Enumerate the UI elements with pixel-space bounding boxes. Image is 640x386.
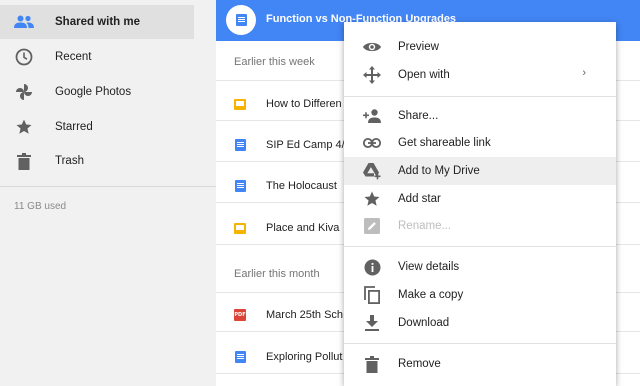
clock-icon (14, 47, 34, 67)
star-icon (14, 117, 34, 137)
menu-item-download[interactable]: Download (344, 309, 616, 337)
menu-item-view-details[interactable]: View details (344, 253, 616, 281)
menu-item-label: Download (398, 317, 450, 329)
file-name: Exploring Pollut (266, 351, 343, 363)
menu-divider (344, 246, 616, 247)
menu-item-label: Get shareable link (398, 137, 491, 149)
file-name: SIP Ed Camp 4/ (266, 139, 345, 151)
menu-item-label: Remove (398, 358, 441, 370)
slides-icon (234, 98, 246, 110)
menu-item-open-with[interactable]: Open with › (344, 61, 616, 89)
sidebar-item-label: Shared with me (55, 16, 140, 28)
menu-item-label: Add to My Drive (398, 165, 480, 177)
sidebar-item-label: Trash (55, 155, 84, 167)
pencil-icon (363, 217, 381, 235)
sidebar-item-label: Starred (55, 121, 93, 133)
sidebar-item-starred[interactable]: Starred (0, 110, 194, 144)
copy-icon (363, 286, 381, 304)
drive-add-icon (363, 162, 381, 180)
star-icon (363, 190, 381, 208)
menu-item-add-to-my-drive[interactable]: Add to My Drive (344, 157, 616, 185)
menu-item-label: View details (398, 261, 460, 273)
file-name: How to Differen (266, 98, 342, 110)
sidebar: Shared with me Recent Google Photos Star… (0, 0, 216, 386)
context-menu: Preview Open with › Share... Get shareab… (344, 22, 616, 386)
doc-icon (234, 139, 246, 151)
section-label: Earlier this week (234, 56, 315, 68)
sidebar-item-trash[interactable]: Trash (0, 144, 194, 178)
sidebar-item-label: Google Photos (55, 86, 132, 98)
download-icon (363, 314, 381, 332)
menu-item-label: Rename... (398, 220, 452, 232)
menu-item-label: Preview (398, 41, 439, 53)
menu-item-label: Add star (398, 193, 441, 205)
menu-divider (344, 343, 616, 344)
trash-icon (363, 355, 381, 373)
sidebar-item-label: Recent (55, 51, 92, 63)
storage-usage: 11 GB used (14, 201, 67, 212)
chevron-right-icon: › (582, 67, 586, 79)
sidebar-divider (0, 186, 216, 187)
menu-item-preview[interactable]: Preview (344, 33, 616, 61)
menu-item-rename: Rename... (344, 212, 616, 240)
doc-icon (234, 180, 246, 192)
menu-item-add-star[interactable]: Add star (344, 185, 616, 213)
menu-item-label: Share... (398, 110, 439, 122)
pdf-icon: PDF (234, 309, 246, 321)
file-name: Place and Kiva (266, 222, 340, 234)
trash-icon (14, 151, 34, 171)
sidebar-item-recent[interactable]: Recent (0, 40, 194, 74)
menu-item-make-a-copy[interactable]: Make a copy (344, 281, 616, 309)
menu-item-label: Make a copy (398, 289, 464, 301)
file-name: March 25th Sch (266, 309, 344, 321)
menu-item-share[interactable]: Share... (344, 102, 616, 130)
file-name: The Holocaust (266, 180, 337, 192)
doc-icon (234, 351, 246, 363)
people-icon (14, 12, 34, 32)
eye-icon (363, 38, 381, 56)
menu-divider (344, 96, 616, 97)
slides-icon (234, 222, 246, 234)
menu-item-get-shareable-link[interactable]: Get shareable link (344, 129, 616, 157)
pinwheel-icon (14, 82, 34, 102)
sidebar-item-google-photos[interactable]: Google Photos (0, 75, 194, 109)
sidebar-item-shared-with-me[interactable]: Shared with me (0, 5, 194, 39)
section-label: Earlier this month (234, 268, 320, 280)
menu-item-label: Open with (398, 69, 450, 81)
link-icon (363, 134, 381, 152)
doc-icon (226, 5, 256, 35)
menu-item-remove[interactable]: Remove (344, 350, 616, 378)
person-add-icon (363, 107, 381, 125)
move-arrows-icon (363, 66, 381, 84)
info-icon (363, 258, 381, 276)
